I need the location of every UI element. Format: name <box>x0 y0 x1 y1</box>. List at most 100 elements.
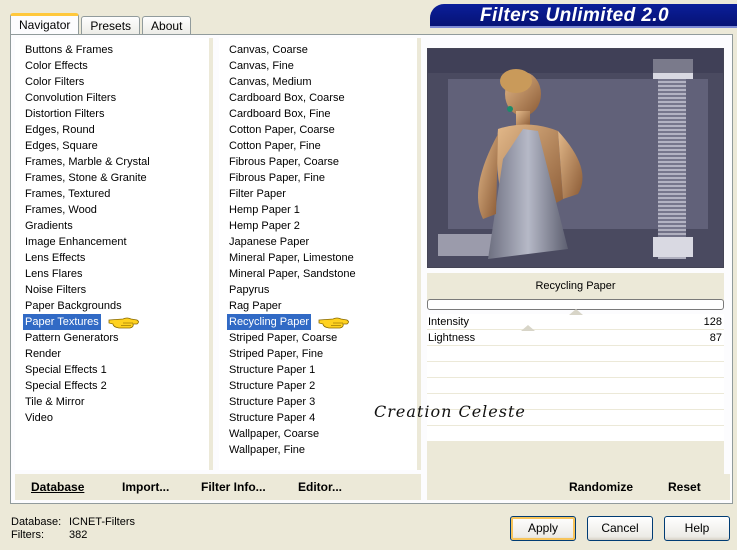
category-item[interactable]: Color Filters <box>15 74 209 90</box>
filter-item[interactable]: Canvas, Coarse <box>219 42 417 58</box>
category-item[interactable]: Frames, Wood <box>15 202 209 218</box>
category-list[interactable]: Buttons & Frames Color Effects Color Filte… <box>15 38 213 470</box>
filter-item-label: Structure Paper 4 <box>229 412 316 424</box>
filter-item[interactable]: Papyrus <box>219 282 417 298</box>
filter-item-label: Mineral Paper, Sandstone <box>229 268 356 280</box>
slider-label: Intensity <box>428 316 469 328</box>
database-label: Database: <box>11 516 62 528</box>
cancel-button[interactable]: Cancel <box>587 516 653 541</box>
filter-item[interactable]: Filter Paper <box>219 186 417 202</box>
filters-count-value: 382 <box>69 529 88 541</box>
category-item[interactable]: Render <box>15 346 209 362</box>
filter-item[interactable]: Cardboard Box, Fine <box>219 106 417 122</box>
filter-item[interactable]: Striped Paper, Coarse <box>219 330 417 346</box>
category-item[interactable]: Tile & Mirror <box>15 394 209 410</box>
category-item[interactable]: Gradients <box>15 218 209 234</box>
filter-item-label: Canvas, Medium <box>229 76 312 88</box>
apply-button[interactable]: Apply <box>510 516 576 541</box>
category-item[interactable]: Special Effects 1 <box>15 362 209 378</box>
slider-thumb[interactable] <box>568 309 583 315</box>
category-item-label: Lens Effects <box>25 252 86 264</box>
filter-item[interactable]: Mineral Paper, Limestone <box>219 250 417 266</box>
tab-strip: Navigator Presets About <box>10 13 193 35</box>
filter-item[interactable]: Structure Paper 2 <box>219 378 417 394</box>
filter-item-label: Striped Paper, Coarse <box>229 332 338 344</box>
category-item[interactable]: Edges, Round <box>15 122 209 138</box>
category-item[interactable]: Convolution Filters <box>15 90 209 106</box>
category-item-label: Frames, Marble & Crystal <box>25 156 150 168</box>
filter-item[interactable]: Cardboard Box, Coarse <box>219 90 417 106</box>
category-item-label: Special Effects 1 <box>25 364 107 376</box>
filter-item[interactable]: Fibrous Paper, Coarse <box>219 154 417 170</box>
category-item[interactable]: Image Enhancement <box>15 234 209 250</box>
category-item-label: Render <box>25 348 62 360</box>
category-item-label: Frames, Textured <box>25 188 111 200</box>
help-button[interactable]: Help <box>664 516 730 541</box>
editor-button[interactable]: Editor... <box>298 480 342 494</box>
category-item[interactable]: Video <box>15 410 209 426</box>
filter-item[interactable]: Fibrous Paper, Fine <box>219 170 417 186</box>
filter-item[interactable]: Canvas, Medium <box>219 74 417 90</box>
filter-item-label: Structure Paper 1 <box>229 364 316 376</box>
slider-value: 87 <box>709 332 722 344</box>
category-item[interactable]: Paper Textures <box>15 314 209 330</box>
filter-item-label: Hemp Paper 2 <box>229 220 300 232</box>
status-area: Database: ICNET-Filters Filters: 382 <box>11 516 135 542</box>
filter-item[interactable]: Hemp Paper 2 <box>219 218 417 234</box>
category-item[interactable]: Lens Effects <box>15 250 209 266</box>
category-item-label: Edges, Square <box>25 140 98 152</box>
slider-lightness[interactable]: Lightness 87 <box>427 325 724 346</box>
category-item[interactable]: Frames, Marble & Crystal <box>15 154 209 170</box>
reset-button[interactable]: Reset <box>668 480 701 494</box>
category-item-label: Pattern Generators <box>25 332 119 344</box>
slider-empty <box>427 426 724 442</box>
filter-item-label: Rag Paper <box>229 300 282 312</box>
slider-intensity[interactable]: Intensity 128 <box>427 309 724 330</box>
category-item[interactable]: Edges, Square <box>15 138 209 154</box>
category-list-items: Buttons & Frames Color Effects Color Filte… <box>15 38 209 426</box>
filter-item[interactable]: Cotton Paper, Fine <box>219 138 417 154</box>
category-item[interactable]: Color Effects <box>15 58 209 74</box>
filter-item[interactable]: Rag Paper <box>219 298 417 314</box>
category-item[interactable]: Lens Flares <box>15 266 209 282</box>
category-item[interactable]: Noise Filters <box>15 282 209 298</box>
category-item[interactable]: Buttons & Frames <box>15 42 209 58</box>
filter-item-label: Papyrus <box>229 284 270 296</box>
filter-item-label: Striped Paper, Fine <box>229 348 324 360</box>
filter-item-label: Japanese Paper <box>229 236 310 248</box>
category-item[interactable]: Distortion Filters <box>15 106 209 122</box>
filter-info-button[interactable]: Filter Info... <box>201 480 266 494</box>
filter-item[interactable]: Recycling Paper <box>219 314 417 330</box>
randomize-button[interactable]: Randomize <box>569 480 633 494</box>
database-button[interactable]: Database <box>31 480 84 494</box>
filter-item[interactable]: Wallpaper, Fine <box>219 442 417 458</box>
slider-thumb[interactable] <box>520 325 535 331</box>
filter-item[interactable]: Japanese Paper <box>219 234 417 250</box>
category-item-label: Frames, Stone & Granite <box>25 172 147 184</box>
category-item[interactable]: Frames, Textured <box>15 186 209 202</box>
filter-item[interactable]: Striped Paper, Fine <box>219 346 417 362</box>
category-item-label: Video <box>25 412 53 424</box>
tab-presets[interactable]: Presets <box>81 16 141 35</box>
category-item[interactable]: Frames, Stone & Granite <box>15 170 209 186</box>
filter-item[interactable]: Mineral Paper, Sandstone <box>219 266 417 282</box>
tab-navigator[interactable]: Navigator <box>10 13 80 35</box>
category-item-label: Lens Flares <box>25 268 83 280</box>
filter-item[interactable]: Cotton Paper, Coarse <box>219 122 417 138</box>
category-item[interactable]: Pattern Generators <box>15 330 209 346</box>
filter-item-label: Recycling Paper <box>227 314 312 330</box>
filter-item-label: Cotton Paper, Fine <box>229 140 321 152</box>
category-item-label: Distortion Filters <box>25 108 105 120</box>
filter-item[interactable]: Hemp Paper 1 <box>219 202 417 218</box>
category-item[interactable]: Special Effects 2 <box>15 378 209 394</box>
category-item[interactable]: Paper Backgrounds <box>15 298 209 314</box>
import-button[interactable]: Import... <box>122 480 169 494</box>
filter-item[interactable]: Canvas, Fine <box>219 58 417 74</box>
filter-item-label: Cardboard Box, Coarse <box>229 92 345 104</box>
filter-item-label: Cardboard Box, Fine <box>229 108 331 120</box>
category-item-label: Color Effects <box>25 60 88 72</box>
filter-item[interactable]: Wallpaper, Coarse <box>219 426 417 442</box>
category-item-label: Noise Filters <box>25 284 87 296</box>
tab-about[interactable]: About <box>142 16 192 35</box>
filter-item[interactable]: Structure Paper 1 <box>219 362 417 378</box>
